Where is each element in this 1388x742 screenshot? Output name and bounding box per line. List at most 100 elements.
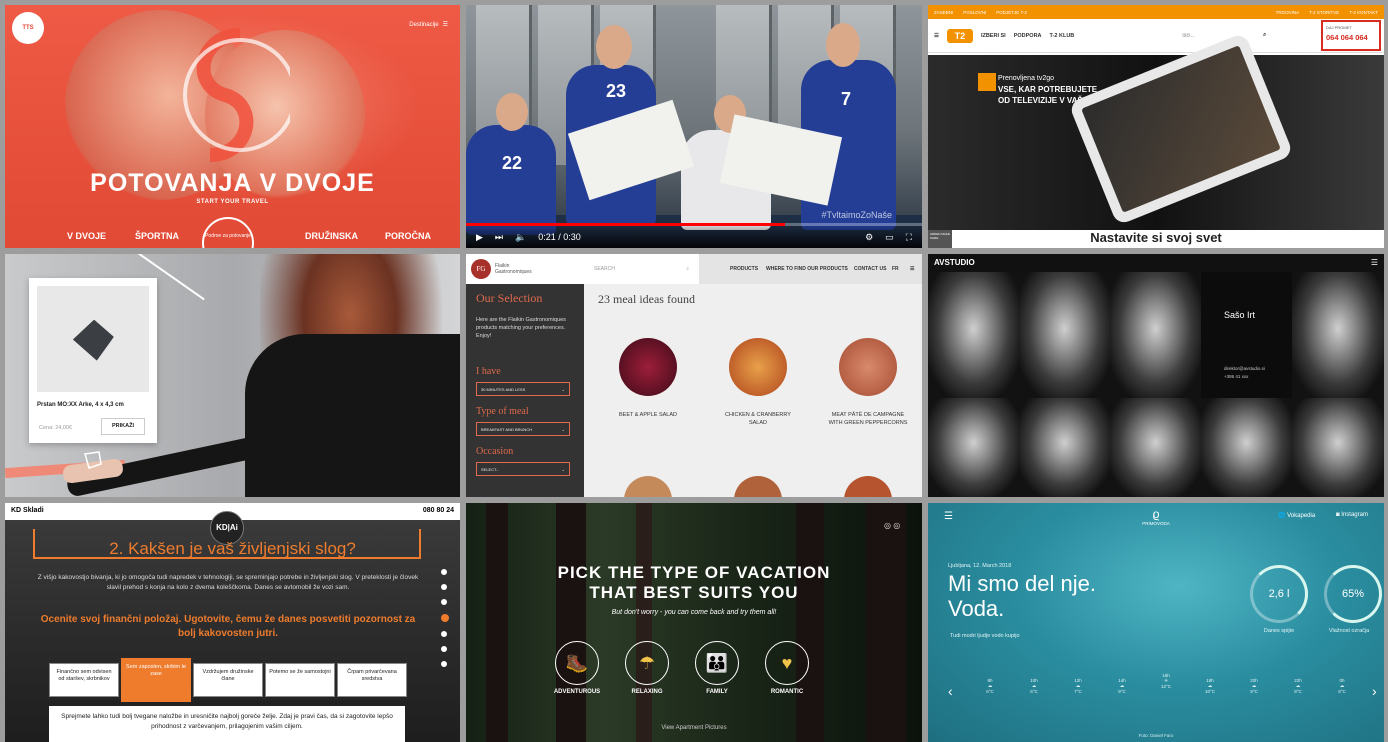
team-portrait[interactable] bbox=[1110, 398, 1201, 497]
nav-v-dvoje[interactable]: V DVOJE bbox=[67, 231, 106, 241]
nav-instagram[interactable]: ◙ Instagram bbox=[1336, 512, 1368, 518]
topbar-link[interactable]: T-2 KONTAKT bbox=[1349, 10, 1378, 15]
family-icon[interactable]: 👪 bbox=[695, 641, 739, 685]
player bbox=[466, 125, 556, 235]
center-circle-button[interactable]: Podroe za potovanje bbox=[202, 217, 254, 248]
nav-contact[interactable]: CONTACT US bbox=[854, 266, 886, 272]
topbar-link[interactable]: POSLOVNI bbox=[963, 10, 986, 15]
search-input[interactable]: Išči... bbox=[1182, 33, 1195, 39]
ring-hotspot-icon[interactable] bbox=[81, 450, 105, 470]
next-icon[interactable]: ⏭ bbox=[495, 232, 503, 243]
hour-forecast: 0h ☁ 8°C bbox=[1332, 678, 1352, 694]
topbar-link[interactable]: TRGOVINA bbox=[1276, 10, 1300, 15]
top-icons[interactable]: ◎ ◎ bbox=[884, 521, 900, 530]
type-label[interactable]: RELAXING bbox=[612, 689, 682, 695]
team-portrait[interactable] bbox=[928, 272, 1019, 398]
hour-forecast: 20h ☁ 9°C bbox=[1244, 678, 1264, 694]
topbar-link[interactable]: ZASEBNI bbox=[934, 10, 953, 15]
team-portrait[interactable] bbox=[1292, 272, 1384, 398]
hamburger-icon[interactable]: ☰ bbox=[1371, 258, 1378, 267]
fullscreen-icon[interactable]: ⛶ bbox=[906, 232, 912, 243]
meal-caption[interactable]: CHICKEN & CRANBERRY SALAD bbox=[718, 411, 798, 427]
meal-image[interactable] bbox=[844, 476, 892, 497]
nav-vokapedia[interactable]: 🌐 Vokapedia bbox=[1278, 512, 1315, 519]
nav-porocna[interactable]: POROČNA bbox=[385, 231, 431, 241]
top-utility-bar: ZASEBNI POSLOVNI PODJETJE T-2 TRGOVINA T… bbox=[928, 5, 1384, 19]
t2-logo[interactable]: T2 bbox=[946, 28, 973, 43]
team-portrait[interactable] bbox=[1019, 272, 1110, 398]
contact-phone[interactable]: 080 80 24 bbox=[423, 507, 454, 516]
next-arrow-icon[interactable]: › bbox=[1372, 683, 1377, 699]
meal-image[interactable] bbox=[729, 338, 787, 396]
filter-dropdown[interactable]: SELECT... ⌄ bbox=[476, 462, 570, 476]
chevron-down-icon: ⌄ bbox=[561, 427, 565, 432]
team-portrait[interactable] bbox=[1292, 398, 1384, 497]
step-dot-active[interactable] bbox=[441, 614, 449, 622]
step-dot[interactable] bbox=[441, 661, 447, 667]
topbar-link[interactable]: T-2 STORITVE bbox=[1309, 10, 1339, 15]
step-dot[interactable] bbox=[441, 599, 447, 605]
hour-forecast: 8h ☁ 6°C bbox=[980, 678, 1000, 694]
step-dot[interactable] bbox=[441, 631, 447, 637]
type-label[interactable]: ADVENTUROUS bbox=[542, 689, 612, 695]
prev-arrow-icon[interactable]: ‹ bbox=[948, 683, 953, 699]
person-phone[interactable]: +386 41 xxx bbox=[1224, 374, 1248, 379]
footer-link[interactable]: View Apartment Pictures bbox=[466, 725, 922, 731]
hamburger-icon[interactable]: ☰ bbox=[944, 511, 953, 522]
meal-image[interactable] bbox=[839, 338, 897, 396]
team-portrait[interactable] bbox=[928, 398, 1019, 497]
site-logo[interactable]: TTS bbox=[12, 12, 44, 44]
nav-sportna[interactable]: ŠPORTNA bbox=[135, 231, 179, 241]
relax-icon[interactable]: ☂ bbox=[625, 641, 669, 685]
topbar-link[interactable]: PODJETJE T-2 bbox=[996, 10, 1027, 15]
person-email[interactable]: direktor@avstudio.si bbox=[1224, 366, 1265, 371]
answer-option[interactable]: Finančno sem odvisen od staršev, skrbnik… bbox=[49, 663, 119, 697]
theater-icon[interactable]: ▭ bbox=[885, 232, 894, 243]
type-label[interactable]: ROMANTIC bbox=[752, 689, 822, 695]
type-label[interactable]: FAMILY bbox=[682, 689, 752, 695]
nav-druzinska[interactable]: DRUŽINSKA bbox=[305, 231, 358, 241]
show-button[interactable]: PRIKAŽI bbox=[101, 418, 145, 435]
nav-podpora[interactable]: PODPORA bbox=[1014, 33, 1042, 39]
team-portrait[interactable] bbox=[1110, 272, 1201, 398]
search-input[interactable]: SEARCH ⌕ bbox=[584, 254, 699, 284]
meal-image[interactable] bbox=[734, 476, 782, 497]
kd-logo[interactable]: KD Skladi bbox=[11, 507, 44, 516]
settings-icon[interactable]: ⚙ bbox=[865, 232, 873, 243]
meal-image[interactable] bbox=[619, 338, 677, 396]
question-text: Z višjo kakovostjo bivanja, ki jo omogoč… bbox=[37, 574, 419, 591]
step-dot[interactable] bbox=[441, 584, 447, 590]
phone-box[interactable]: DAJ PROMET 064 064 064 bbox=[1321, 20, 1381, 51]
meal-caption[interactable]: MEAT PÂTÉ DE CAMPAGNE WITH GREEN PEPPERC… bbox=[828, 411, 908, 427]
hamburger-icon[interactable]: ☰ bbox=[934, 33, 939, 39]
answer-option-selected[interactable]: Sem zaposlen, skrbim le zase bbox=[121, 658, 191, 702]
romantic-icon[interactable]: ♥ bbox=[765, 641, 809, 685]
hiker-icon[interactable]: 🥾 bbox=[555, 641, 599, 685]
meal-caption[interactable]: BEET & APPLE SALAD bbox=[608, 411, 688, 419]
filter-dropdown[interactable]: BREAKFAST AND BRUNCH ⌄ bbox=[476, 422, 570, 436]
nav-lang[interactable]: FR bbox=[892, 266, 899, 272]
hamburger-icon[interactable]: ☰ bbox=[910, 266, 914, 272]
team-portrait-active[interactable] bbox=[1201, 272, 1292, 398]
team-portrait[interactable] bbox=[1201, 398, 1292, 497]
info-link[interactable]: Tudi modri ljudje vodo kupijo bbox=[950, 633, 1020, 639]
volume-icon[interactable]: 🔈 bbox=[515, 232, 526, 243]
filter-dropdown[interactable]: 30 MINUTES AND LESS ⌄ bbox=[476, 382, 570, 396]
step-dot[interactable] bbox=[441, 646, 447, 652]
nav-izberi[interactable]: IZBERI SI bbox=[981, 33, 1006, 39]
brand-block[interactable]: FG Flaikin Gastronomiques bbox=[466, 254, 584, 284]
answer-option[interactable]: Črpam privarčevana sredstva bbox=[337, 663, 407, 697]
step-dot[interactable] bbox=[441, 569, 447, 575]
meal-image[interactable] bbox=[624, 476, 672, 497]
play-icon[interactable]: ▶ bbox=[476, 232, 483, 243]
search-icon[interactable]: ⌕ bbox=[1263, 32, 1266, 39]
menu-button[interactable]: Destinacije ☰ bbox=[409, 21, 448, 29]
answer-option[interactable]: Potemo se že samostojni bbox=[265, 663, 335, 697]
studio-logo[interactable]: AVSTUDIO bbox=[934, 258, 975, 267]
nav-products[interactable]: PRODUCTS bbox=[730, 266, 758, 272]
primovoda-logo[interactable]: ϱ PRIMOVODA bbox=[1133, 507, 1179, 526]
nav-klub[interactable]: T-2 KLUB bbox=[1050, 33, 1075, 39]
team-portrait[interactable] bbox=[1019, 398, 1110, 497]
answer-option[interactable]: Vzdržujem družinske člane bbox=[193, 663, 263, 697]
nav-where[interactable]: WHERE TO FIND OUR PRODUCTS bbox=[766, 266, 848, 272]
